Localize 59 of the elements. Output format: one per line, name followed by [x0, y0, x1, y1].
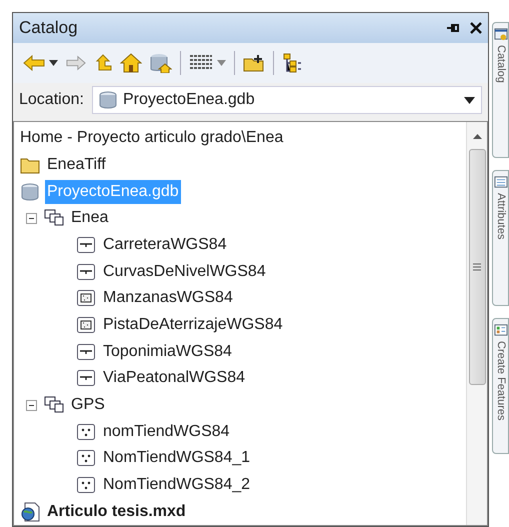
polygon-feature-icon	[76, 288, 96, 308]
line-feature-icon	[76, 342, 96, 362]
point-feature-icon	[76, 448, 96, 468]
map-document-icon	[20, 502, 40, 522]
database-icon	[98, 91, 117, 109]
database-home-icon[interactable]	[150, 53, 172, 73]
home-icon[interactable]	[120, 53, 142, 73]
tree-item[interactable]: CarreteraWGS84	[101, 233, 229, 258]
tree-item[interactable]: CurvasDeNivelWGS84	[101, 260, 268, 284]
tree-item[interactable]: Articulo tesis.mxd	[45, 500, 188, 524]
tree-item[interactable]: nomTiendWGS84	[101, 420, 232, 444]
caret-icon	[464, 96, 475, 104]
side-tab[interactable]: Attributes	[492, 170, 509, 306]
side-tab-label: Attributes	[494, 193, 508, 240]
point-feature-icon	[76, 475, 96, 496]
tree-item[interactable]: NomTiendWGS84_2	[101, 473, 252, 498]
close-icon[interactable]	[470, 22, 482, 34]
form-icon	[494, 323, 508, 337]
tree-item[interactable]: ViaPeatonalWGS84	[101, 366, 248, 390]
list-icon	[494, 175, 508, 189]
side-tab-label: Catalog	[494, 45, 508, 83]
tree-item[interactable]: ToponimiaWGS84	[101, 340, 234, 364]
tree-item[interactable]: EneaTiff	[45, 153, 108, 177]
line-feature-icon	[76, 262, 96, 282]
back-arrow-icon[interactable]	[23, 55, 45, 71]
forward-arrow-icon[interactable]	[66, 55, 86, 71]
scroll-up-icon[interactable]	[472, 134, 482, 139]
database-icon	[20, 182, 40, 202]
tree-item[interactable]: GPS	[69, 393, 107, 418]
scroll-thumb[interactable]	[468, 149, 486, 385]
up-arrow-icon[interactable]	[94, 54, 112, 72]
list-view-icon[interactable]	[189, 54, 213, 72]
side-tab-label: Create Features	[494, 341, 508, 420]
location-dropdown[interactable]: ProyectoEnea.gdb	[92, 86, 482, 114]
tree-view-icon[interactable]	[282, 53, 304, 73]
window-title: Catalog	[19, 17, 79, 40]
collapse-icon[interactable]	[26, 400, 37, 411]
grip-icon	[473, 263, 481, 271]
stacked-squares-icon	[44, 395, 64, 416]
path-text: Home - Proyecto articulo grado\Enea	[20, 128, 284, 148]
stacked-squares-icon	[44, 208, 64, 228]
polygon-feature-icon	[76, 315, 96, 336]
pin-icon[interactable]	[446, 22, 460, 34]
connect-folder-icon[interactable]	[243, 54, 265, 72]
catalog-window-icon	[494, 27, 508, 41]
location-label: Location:	[19, 90, 84, 110]
tree-item[interactable]: Enea	[69, 206, 110, 230]
caret-icon[interactable]	[49, 60, 58, 66]
scrollbar[interactable]	[466, 122, 487, 525]
tree-item[interactable]: PistaDeAterrizajeWGS84	[101, 313, 285, 338]
tree-item[interactable]: ManzanasWGS84	[101, 286, 235, 310]
point-feature-icon	[76, 422, 96, 442]
location-value: ProyectoEnea.gdb	[122, 90, 256, 110]
line-feature-icon	[76, 235, 96, 256]
tree-item[interactable]: NomTiendWGS84_1	[101, 446, 252, 470]
side-tab[interactable]: Catalog	[492, 22, 509, 158]
collapse-icon[interactable]	[26, 212, 37, 224]
side-tab[interactable]: Create Features	[492, 318, 509, 454]
line-feature-icon	[76, 368, 96, 388]
